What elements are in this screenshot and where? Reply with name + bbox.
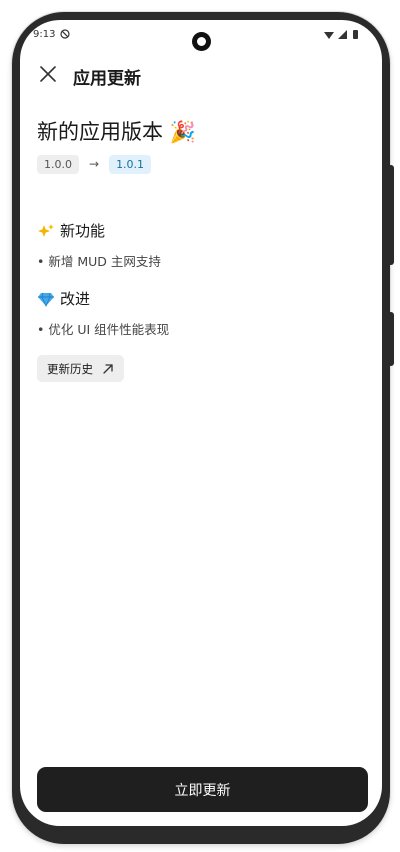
features-heading: 新功能 [37,220,105,241]
dnd-icon [60,29,70,39]
current-version-badge: 1.0.0 [37,154,79,174]
version-row: 1.0.0 → 1.0.1 [37,153,152,175]
battery-icon [353,30,358,39]
update-headline: 新的应用版本 🎉 [37,120,196,144]
status-time: 9:13 [33,29,56,40]
arrow-icon: → [89,157,100,171]
features-title: 新功能 [60,222,106,240]
improvement-item: • 优化 UI 组件性能表现 [37,322,170,337]
feature-item: • 新增 MUD 主网支持 [37,254,161,269]
signal-icon [338,30,347,39]
front-camera [192,32,211,51]
update-history-label: 更新历史 [47,361,93,376]
update-history-button[interactable]: 更新历史 [37,355,124,382]
update-now-button[interactable]: 立即更新 [37,767,368,812]
wifi-icon [324,32,334,39]
status-bar: 9:13 [20,20,382,54]
improvements-title: 改进 [60,290,91,308]
power-button [388,165,394,265]
close-icon[interactable] [36,62,60,86]
sparkles-icon [38,223,54,237]
gem-icon [38,292,54,307]
improvements-heading: 改进 [37,288,90,309]
external-link-icon [103,363,113,374]
new-version-badge: 1.0.1 [109,154,152,174]
volume-button [388,312,394,366]
update-now-label: 立即更新 [174,782,231,799]
app-bar: 应用更新 [20,56,382,92]
status-icons [324,30,358,39]
screen: 9:13 应用更新 新的应用版本 🎉 1.0.0 → 1.0.1 新功能 • 新… [20,20,382,826]
page-title: 应用更新 [73,69,141,89]
